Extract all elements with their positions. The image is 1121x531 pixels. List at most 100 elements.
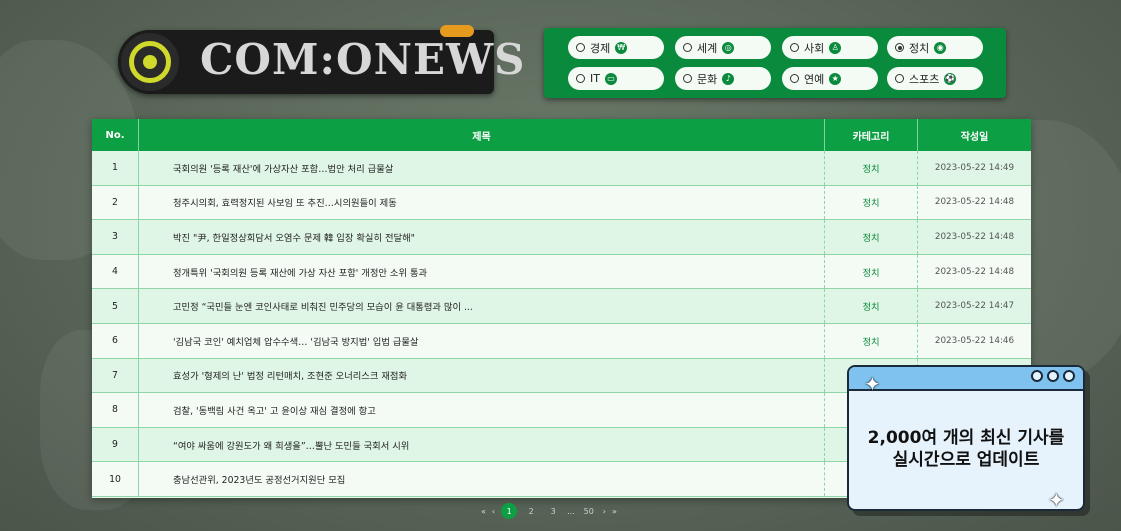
category-option[interactable]: 세계 ◎ <box>675 36 771 59</box>
table-row[interactable]: 5 고민정 “국민들 눈엔 코인사태로 비춰진 민주당의 모습이 윤 대통령과 많… <box>92 289 1031 324</box>
article-title[interactable]: 검찰, '동백림 사건 옥고' 고 윤이상 재심 결정에 항고 <box>139 393 825 427</box>
next-page-button[interactable]: › <box>603 507 606 516</box>
pagination: « ‹ 1 2 3 ... 50 › » <box>478 503 620 519</box>
row-number: 4 <box>92 254 139 289</box>
culture-icon: ♪ <box>722 72 735 85</box>
article-category: 정치 <box>825 289 918 323</box>
category-option[interactable]: 스포츠 ⚽ <box>887 67 983 90</box>
star-icon: ★ <box>829 72 842 85</box>
radio-button[interactable] <box>683 74 692 83</box>
people-icon: ♙ <box>829 41 842 54</box>
article-title[interactable]: 국회의원 '등록 재산'에 가상자산 포함…법안 처리 급물살 <box>139 151 825 185</box>
radio-button[interactable] <box>790 43 799 52</box>
header-no: No. <box>92 119 139 151</box>
article-title[interactable]: 정개특위 '국회의원 등록 재산에 가상 자산 포함' 개정안 소위 통과 <box>139 254 825 289</box>
table-header: No. 제목 카테고리 작성일 <box>92 119 1031 151</box>
logo-icon <box>118 30 182 94</box>
row-number: 2 <box>92 185 139 220</box>
category-option[interactable]: 정치 ◉ <box>887 36 983 59</box>
article-category: 정치 <box>825 323 918 358</box>
window-dot-icon[interactable] <box>1047 370 1059 382</box>
article-title[interactable]: 박진 "尹, 한일정상회담서 오염수 문제 韓 입장 확실히 전달해" <box>139 220 825 254</box>
logo-text: COM:ONEWS <box>200 35 526 84</box>
row-number: 3 <box>92 220 139 254</box>
popup-line-1: 2,000여 개의 최신 기사를 <box>867 428 1065 448</box>
category-option[interactable]: IT ▭ <box>568 67 664 90</box>
radio-button[interactable] <box>576 43 585 52</box>
window-controls <box>1027 370 1075 382</box>
computer-icon: ▭ <box>604 72 617 85</box>
category-label: 경제 <box>590 41 611 55</box>
article-title[interactable]: 충남선관위, 2023년도 공정선거지원단 모집 <box>139 462 825 496</box>
category-option[interactable]: 경제 ₩ <box>568 36 664 59</box>
category-label: 세계 <box>697 41 718 55</box>
sports-icon: ⚽ <box>944 72 957 85</box>
article-title[interactable]: 효성가 '형제의 난' 법정 리턴매치, 조현준 오너리스크 재점화 <box>139 358 825 393</box>
category-option[interactable]: 문화 ♪ <box>675 67 771 90</box>
row-number: 6 <box>92 323 139 358</box>
prev-page-button[interactable]: ‹ <box>492 507 495 516</box>
page-button-50[interactable]: 50 <box>581 503 597 519</box>
popup-titlebar <box>849 367 1083 391</box>
header-category: 카테고리 <box>825 119 918 151</box>
row-number: 1 <box>92 151 139 185</box>
header-date: 작성일 <box>960 131 989 143</box>
category-option[interactable]: 사회 ♙ <box>782 36 878 59</box>
header-title: 제목 <box>139 119 825 151</box>
page-button-3[interactable]: 3 <box>545 503 561 519</box>
article-date: 2023-05-22 14:46 <box>934 335 1015 346</box>
article-category: 정치 <box>825 254 918 289</box>
sparkle-icon: ✦ <box>864 372 881 396</box>
category-label: 사회 <box>804 41 825 55</box>
article-title[interactable]: 고민정 “국민들 눈엔 코인사태로 비춰진 민주당의 모습이 윤 대통령과 많이… <box>139 289 825 323</box>
radio-button[interactable] <box>895 43 904 52</box>
row-number: 8 <box>92 393 139 427</box>
category-label: 문화 <box>697 72 718 86</box>
category-filter: 경제 ₩ 세계 ◎ 사회 ♙ 정치 ◉ IT ▭ 문화 ♪ 연예 ★ 스포츠 ⚽ <box>544 28 1006 98</box>
row-number: 9 <box>92 427 139 462</box>
radio-button[interactable] <box>895 74 904 83</box>
popup-message: 2,000여 개의 최신 기사를 실시간으로 업데이트 <box>849 427 1083 471</box>
popup-line-2: 실시간으로 업데이트 <box>892 450 1040 470</box>
row-number: 5 <box>92 289 139 323</box>
globe-icon: ◎ <box>722 41 735 54</box>
radio-button[interactable] <box>790 74 799 83</box>
table-row[interactable]: 3 박진 "尹, 한일정상회담서 오염수 문제 韓 입장 확실히 전달해" 정치 20… <box>92 220 1031 255</box>
page-button-1[interactable]: 1 <box>501 503 518 519</box>
category-option[interactable]: 연예 ★ <box>782 67 878 90</box>
article-category: 정치 <box>825 151 918 185</box>
row-number: 7 <box>92 358 139 393</box>
window-dot-icon[interactable] <box>1063 370 1075 382</box>
site-logo[interactable]: COM:ONEWS <box>118 25 525 94</box>
article-title[interactable]: “여야 싸움에 강원도가 왜 희생을”…뿔난 도민들 국회서 시위 <box>139 427 825 462</box>
table-row[interactable]: 4 정개특위 '국회의원 등록 재산에 가상 자산 포함' 개정안 소위 통과 정치… <box>92 254 1031 290</box>
category-label: 연예 <box>804 72 825 86</box>
row-number: 10 <box>92 462 139 496</box>
category-label: IT <box>590 72 600 85</box>
article-date: 2023-05-22 14:49 <box>934 162 1015 173</box>
category-label: 스포츠 <box>909 72 940 86</box>
article-title[interactable]: 청주시의회, 효력정지된 사보임 또 추진…시의원들이 제동 <box>139 185 825 220</box>
article-title[interactable]: '김남국 코인' 예치업체 압수수색… '김남국 방지법' 입법 급물살 <box>139 323 825 358</box>
coin-icon: ₩ <box>615 41 628 54</box>
window-dot-icon[interactable] <box>1031 370 1043 382</box>
table-row[interactable]: 6 '김남국 코인' 예치업체 압수수색… '김남국 방지법' 입법 급물살 정치 2… <box>92 323 1031 359</box>
table-row[interactable]: 2 청주시의회, 효력정지된 사보임 또 추진…시의원들이 제동 정치 2023-05… <box>92 185 1031 221</box>
logo-badge <box>440 25 474 37</box>
page-button-2[interactable]: 2 <box>523 503 539 519</box>
first-page-button[interactable]: « <box>481 507 486 516</box>
article-category: 정치 <box>825 185 918 220</box>
table-row[interactable]: 1 국회의원 '등록 재산'에 가상자산 포함…법안 처리 급물살 정치 2023-0… <box>92 151 1031 186</box>
politics-icon: ◉ <box>934 41 947 54</box>
sparkle-icon: ✦ <box>1048 488 1065 512</box>
article-date: 2023-05-22 14:48 <box>934 231 1015 242</box>
article-date: 2023-05-22 14:48 <box>934 197 1015 208</box>
article-date: 2023-05-22 14:47 <box>934 301 1015 312</box>
radio-button[interactable] <box>683 43 692 52</box>
article-date: 2023-05-22 14:48 <box>934 266 1015 277</box>
article-category: 정치 <box>825 220 918 254</box>
last-page-button[interactable]: » <box>612 507 617 516</box>
pagination-ellipsis: ... <box>567 506 575 516</box>
category-label: 정치 <box>909 41 930 55</box>
radio-button[interactable] <box>576 74 585 83</box>
